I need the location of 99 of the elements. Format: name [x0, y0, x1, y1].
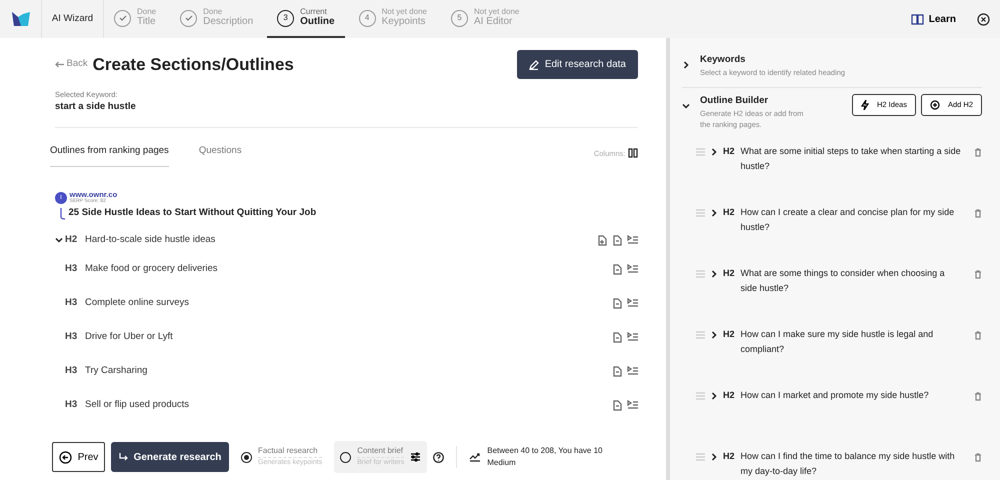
page-title: Create Sections/Outlines [92, 54, 294, 76]
list-icon[interactable] [627, 332, 638, 342]
list-icon[interactable] [627, 366, 638, 376]
drag-handle-icon[interactable] [696, 270, 705, 278]
trash-icon[interactable] [974, 148, 982, 158]
list-icon[interactable] [627, 234, 638, 244]
outline-heading: Hard-to-scale side hustle ideas [85, 232, 216, 247]
heading-level: H3 [65, 364, 78, 378]
chevron-right-icon[interactable] [711, 392, 717, 400]
heading-level: H2 [723, 267, 735, 280]
heading-text: What are some things to consider when choosing a side hustle? [740, 267, 946, 295]
outline-heading: Try Carsharing [85, 364, 148, 378]
step-status: Done [203, 8, 224, 16]
help-icon[interactable] [433, 452, 444, 462]
heading-level: H2 [723, 206, 735, 220]
sliders-icon [410, 452, 422, 462]
connector-line [60, 208, 66, 220]
section-title: Keywords [700, 53, 746, 67]
step-label: Title [137, 16, 156, 28]
check-icon [184, 14, 193, 22]
heading-text: How can I market and promote my side hustle? [740, 389, 930, 402]
step-status: Not yet done [474, 8, 520, 16]
pencil-icon [528, 60, 539, 70]
trend-icon [469, 452, 482, 462]
chevron-right-icon[interactable] [711, 270, 717, 278]
document-icon[interactable] [612, 234, 622, 246]
drag-handle-icon[interactable] [696, 392, 705, 400]
chevron-down-icon[interactable] [682, 102, 690, 110]
trash-icon[interactable] [974, 392, 982, 402]
turn-arrow-icon [118, 452, 128, 462]
list-icon[interactable] [627, 400, 638, 410]
drag-handle-icon[interactable] [696, 148, 705, 156]
step-status: Done [137, 8, 156, 16]
outline-heading: Complete online surveys [85, 296, 190, 310]
edit-research-button[interactable]: Edit research data [516, 50, 638, 79]
chevron-right-icon[interactable] [711, 453, 717, 462]
app-name: AI Wizard [52, 12, 94, 26]
list-icon[interactable] [627, 264, 638, 274]
trash-icon[interactable] [974, 209, 982, 218]
document-icon[interactable] [612, 366, 622, 376]
chevron-down-icon[interactable] [55, 236, 63, 244]
step-label: Outline [300, 16, 335, 28]
generate-research-button[interactable]: Generate research [111, 442, 229, 472]
wizard-step[interactable]: 5 Not yet done AI Editor [440, 0, 530, 38]
drag-handle-icon[interactable] [696, 209, 705, 218]
section-title: Outline Builder [700, 94, 770, 108]
heading-level: H2 [723, 389, 735, 402]
trash-icon[interactable] [974, 331, 982, 340]
heading-level: H2 [723, 328, 735, 342]
outline-heading: Make food or grocery deliveries [85, 262, 218, 276]
document-icon[interactable] [612, 332, 622, 342]
heading-text: How can I create a clear and concise plan for my side hustle? [740, 206, 956, 234]
outline-heading: Sell or flip used products [85, 398, 190, 412]
chevron-right-icon[interactable] [711, 209, 717, 218]
prev-button[interactable]: Prev [52, 442, 105, 472]
heading-level: H3 [65, 398, 78, 412]
heading-level: H2 [723, 145, 735, 158]
logo-icon [12, 12, 30, 26]
heading-level: H3 [65, 296, 78, 310]
columns-icon[interactable] [628, 148, 638, 158]
keyword-value: start a side hustle [55, 100, 137, 114]
tab[interactable]: Outlines from ranking pages [50, 140, 169, 167]
document-icon[interactable] [612, 298, 622, 308]
range-info: Between 40 to 208, You have 10 Medium [487, 445, 602, 469]
lightning-icon [860, 100, 869, 110]
learn-button[interactable]: Learn [904, 0, 962, 38]
heading-text: How can I make sure my side hustle is legal and compliant? [740, 328, 934, 356]
chevron-right-icon[interactable] [711, 331, 717, 340]
drag-handle-icon[interactable] [696, 331, 705, 340]
document-add-icon[interactable] [597, 234, 607, 246]
wizard-step[interactable]: 4 Not yet done Keypoints [348, 0, 437, 38]
list-icon[interactable] [627, 298, 638, 308]
back-link[interactable]: Back [55, 57, 88, 72]
document-icon[interactable] [612, 400, 622, 410]
tab[interactable]: Questions [198, 140, 242, 167]
trash-icon[interactable] [974, 453, 982, 462]
plus-circle-icon [930, 100, 940, 110]
check-icon [118, 14, 126, 22]
heading-text: How can I find the time to balance my side hustle with my day-to-day life? [740, 450, 956, 478]
heading-text: What are some initial steps to take when starting a side hustle? [740, 145, 962, 173]
back-arrow-icon [55, 61, 64, 68]
step-label: Keypoints [382, 16, 427, 28]
outline-heading: Drive for Uber or Lyft [85, 330, 173, 344]
step-label: Description [203, 16, 254, 28]
source-title: 25 Side Hustle Ideas to Start Without Quitting Your Job [68, 206, 316, 220]
heading-level: H3 [65, 330, 78, 344]
step-status: Current [300, 8, 328, 16]
step-status: Not yet done [382, 8, 427, 16]
heading-level: H2 [723, 450, 735, 464]
step-label: AI Editor [474, 16, 514, 28]
book-icon [910, 14, 924, 24]
document-icon[interactable] [612, 264, 622, 274]
chevron-right-icon[interactable] [682, 61, 690, 69]
trash-icon[interactable] [974, 270, 982, 280]
heading-level: H3 [65, 262, 78, 276]
chevron-right-icon[interactable] [711, 148, 717, 156]
drag-handle-icon[interactable] [696, 453, 705, 462]
close-icon[interactable] [977, 12, 990, 26]
heading-level: H2 [65, 232, 78, 247]
